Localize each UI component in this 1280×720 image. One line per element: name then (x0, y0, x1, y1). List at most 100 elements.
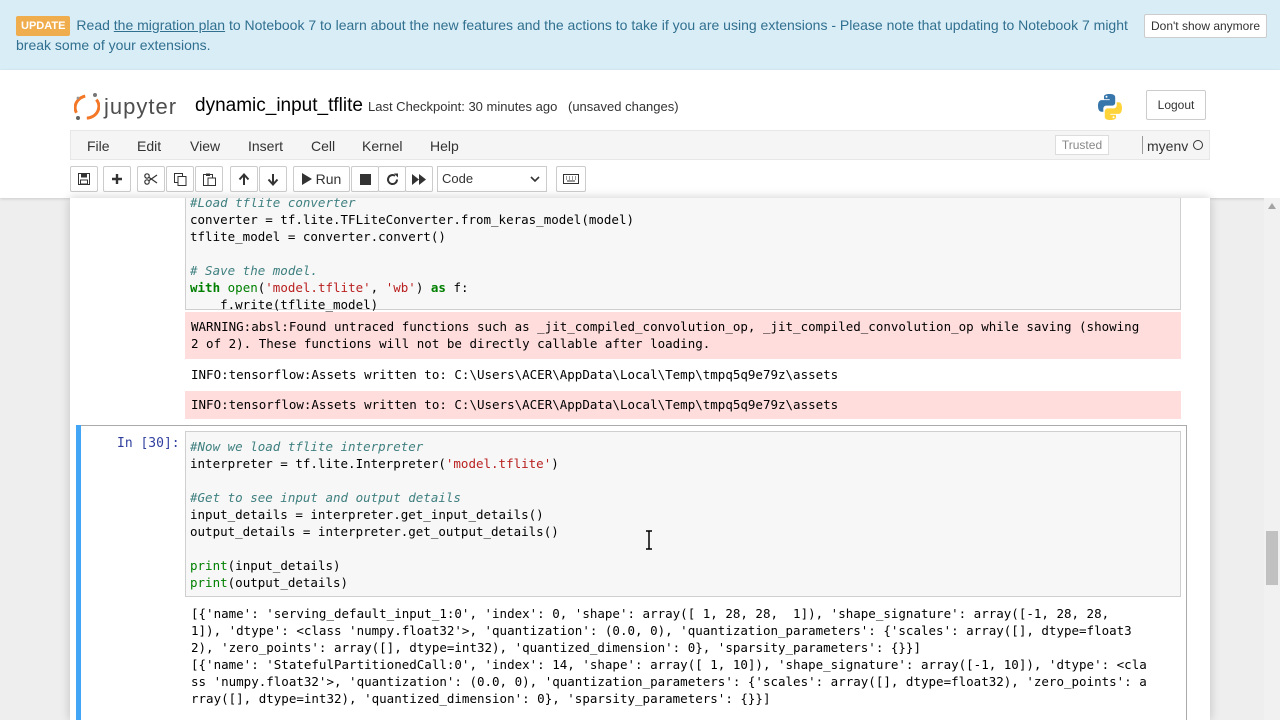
migration-plan-link[interactable]: the migration plan (114, 17, 225, 33)
move-down-button[interactable] (259, 166, 287, 192)
paste-button[interactable] (195, 166, 223, 192)
code-line: #Now we load tflite interpreter (190, 438, 423, 455)
info-line: INFO:tensorflow:Assets written to: C:\Us… (191, 367, 839, 382)
code-line: interpreter = tf.lite.Interpreter('model… (190, 455, 559, 472)
code-line: print(input_details) (190, 557, 341, 574)
vertical-scrollbar[interactable] (1264, 198, 1280, 720)
menu-view[interactable]: View (190, 138, 220, 154)
code-line: f.write(tflite_model) (190, 297, 379, 312)
jupyter-logo-icon (74, 93, 100, 120)
arrow-down-icon (267, 173, 279, 186)
cell-1-stderr-output: INFO:tensorflow:Assets written to: C:\Us… (185, 391, 1181, 419)
menubar: File Edit View Insert Cell Kernel Help T… (70, 130, 1210, 160)
cell-1-input[interactable]: #Load tflite converter converter = tf.li… (185, 198, 1181, 312)
notebook-name[interactable]: dynamic_input_tflite (195, 95, 363, 117)
save-icon (78, 173, 90, 185)
cell-2-input[interactable]: #Now we load tflite interpreter interpre… (185, 431, 1181, 597)
paste-icon (202, 173, 216, 186)
restart-run-all-button[interactable] (405, 166, 433, 192)
dont-show-anymore-button[interactable]: Don't show anymore (1144, 14, 1268, 38)
code-text: interpreter = tf.lite.Interpreter( (190, 456, 446, 471)
code-line: # Save the model. (190, 262, 318, 279)
toolbar: Run Code (70, 166, 1210, 194)
restart-button[interactable] (378, 166, 406, 192)
warning-line: WARNING:absl:Found untraced functions su… (191, 319, 1140, 334)
output-line: [{'name': 'serving_default_input_1:0', '… (191, 606, 1110, 621)
autosave-status: (unsaved changes) (568, 99, 679, 114)
code-text: (input_details) (227, 558, 341, 573)
banner-message: UPDATE Read the migration plan to Noteboo… (16, 16, 1136, 54)
code-line: input_details = interpreter.get_input_de… (190, 507, 544, 522)
cell-prompt: In [30]: (117, 436, 180, 451)
cell-1-stdout-output: INFO:tensorflow:Assets written to: C:\Us… (185, 364, 1181, 388)
kernel-name[interactable]: myenv (1147, 138, 1188, 154)
code-line: #Load tflite converter (190, 198, 356, 211)
menu-file[interactable]: File (87, 138, 110, 154)
warning-line: 2 of 2). These functions will not be dir… (191, 336, 711, 351)
cut-icon (144, 173, 158, 185)
save-button[interactable] (70, 166, 98, 192)
code-text: ) (551, 456, 559, 471)
play-icon (301, 173, 312, 185)
arrow-up-icon (238, 172, 250, 185)
text-cursor-icon (646, 530, 652, 550)
code-line: print(output_details) (190, 574, 348, 591)
insert-cell-button[interactable] (103, 166, 131, 192)
code-comment: #Load tflite converter (190, 198, 356, 210)
scrollbar-thumb[interactable] (1266, 531, 1278, 585)
trusted-indicator[interactable]: Trusted (1055, 135, 1109, 155)
cell-2-output: [{'name': 'serving_default_input_1:0', '… (185, 602, 1181, 712)
code-comment: #Get to see input and output details (190, 490, 461, 505)
menu-cell[interactable]: Cell (311, 138, 335, 154)
code-line: output_details = interpreter.get_output_… (190, 524, 559, 539)
jupyter-logo[interactable]: jupyter (74, 90, 177, 124)
code-comment: #Now we load tflite interpreter (190, 439, 424, 454)
output-line: ss 'numpy.float32'>, 'quantization': (0.… (191, 674, 1147, 689)
copy-icon (173, 172, 186, 186)
logout-button[interactable]: Logout (1146, 90, 1206, 120)
run-label: Run (315, 171, 342, 187)
cell-type-value: Code (442, 171, 474, 186)
menu-help[interactable]: Help (430, 138, 459, 154)
cell-1-warning-output: WARNING:absl:Found untraced functions su… (185, 312, 1181, 359)
update-banner: UPDATE Read the migration plan to Noteboo… (0, 0, 1280, 70)
chevron-down-icon (530, 176, 540, 183)
fast-forward-icon (412, 173, 426, 185)
output-line: [{'name': 'StatefulPartitionedCall:0', '… (191, 657, 1147, 672)
move-up-button[interactable] (230, 166, 258, 192)
code-builtin: print (190, 575, 228, 590)
keyboard-icon (563, 174, 579, 184)
stop-icon (359, 173, 371, 185)
code-line: tflite_model = converter.convert() (190, 229, 446, 244)
interrupt-button[interactable] (351, 166, 379, 192)
menu-edit[interactable]: Edit (137, 138, 161, 154)
output-line: rray([], dtype=int32), 'quantized_dimens… (191, 691, 771, 706)
code-string: 'model.tflite' (445, 456, 552, 471)
copy-button[interactable] (166, 166, 194, 192)
python-kernel-icon (1095, 92, 1125, 127)
code-line: converter = tf.lite.TFLiteConverter.from… (190, 212, 635, 227)
run-button[interactable]: Run (293, 166, 350, 192)
scroll-up-arrow-icon[interactable] (1268, 203, 1276, 209)
notebook-container[interactable]: #Load tflite converter converter = tf.li… (70, 198, 1210, 720)
menu-kernel[interactable]: Kernel (362, 138, 402, 154)
menu-insert[interactable]: Insert (248, 138, 283, 154)
cell-type-select[interactable]: Code (437, 166, 547, 192)
info-line: INFO:tensorflow:Assets written to: C:\Us… (191, 397, 839, 412)
code-text: (output_details) (227, 575, 349, 590)
cut-button[interactable] (137, 166, 165, 192)
notebook-header: jupyter dynamic_input_tflite Last Checkp… (0, 70, 1280, 198)
code-comment: # Save the model. (190, 263, 318, 278)
selected-cell-indicator (76, 425, 81, 720)
jupyter-logo-text: jupyter (104, 94, 178, 119)
code-builtin: print (190, 558, 228, 573)
checkpoint-status: Last Checkpoint: 30 minutes ago (368, 99, 558, 114)
banner-text-pre: Read (76, 17, 114, 33)
kernel-idle-indicator-icon (1193, 140, 1203, 150)
update-badge: UPDATE (16, 16, 71, 36)
command-palette-button[interactable] (556, 166, 586, 192)
kernel-separator (1142, 136, 1143, 154)
plus-icon (112, 174, 122, 184)
restart-icon (386, 173, 398, 185)
output-line: 1]), 'dtype': <class 'numpy.float32'>, '… (191, 623, 1132, 638)
